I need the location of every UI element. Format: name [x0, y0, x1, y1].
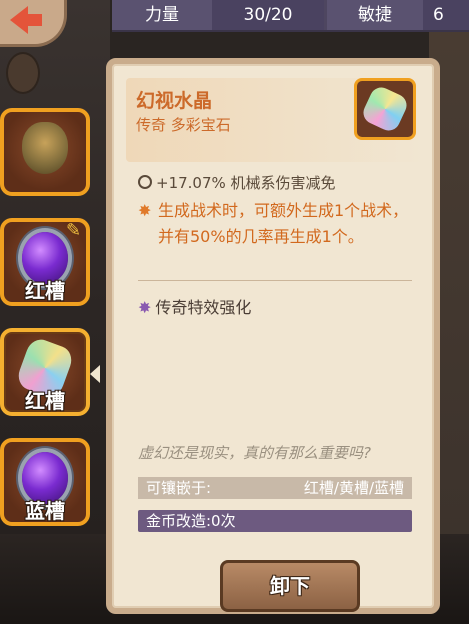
agility-label: 敏捷: [327, 0, 423, 30]
left-background: [0, 0, 110, 624]
item-effect: ✸ 生成战术时，可额外生成1个战术，并有50%的几率再生成1个。: [138, 198, 424, 250]
item-stat-text: +17.07% 机械系伤害减免: [156, 174, 336, 192]
item-name: 幻视水晶: [136, 90, 213, 112]
item-effect-text: 生成战术时，可额外生成1个战术，并有50%的几率再生成1个。: [158, 201, 409, 246]
slot-1[interactable]: [0, 108, 90, 196]
slot-blue[interactable]: 蓝槽: [0, 438, 90, 526]
item-header: 幻视水晶 传奇 多彩宝石: [126, 78, 426, 162]
divider: [138, 280, 412, 281]
item-stat: +17.07% 机械系伤害减免: [138, 172, 336, 193]
strength-value: 30/20: [212, 0, 324, 30]
reforge-info: 金币改造:0次: [138, 510, 412, 532]
legend-enhance: ✸ 传奇特效强化: [138, 294, 251, 318]
slot-label: 蓝槽: [25, 499, 65, 523]
selection-pointer: [90, 365, 100, 383]
item-rarity: 传奇 多彩宝石: [136, 116, 231, 134]
slot-label: 红槽: [25, 279, 65, 303]
crystal-gem-icon: [359, 83, 411, 135]
wrench-icon[interactable]: ✎: [66, 220, 88, 242]
strength-label: 力量: [112, 0, 212, 30]
unequip-button[interactable]: 卸下: [220, 560, 360, 612]
agility-value: 6: [423, 0, 469, 30]
reforge-text: 金币改造:0次: [146, 512, 236, 530]
slot-red-1[interactable]: ✎ 红槽: [0, 218, 90, 306]
shield-icon: [22, 122, 68, 174]
legend-text: 传奇特效强化: [155, 298, 252, 317]
item-detail-panel: 幻视水晶 传奇 多彩宝石 +17.07% 机械系伤害减免 ✸ 生成战术时，可额外…: [106, 58, 440, 614]
hook-decoration: [6, 52, 40, 94]
socket-value: 红槽/黄槽/蓝槽: [303, 479, 404, 497]
item-icon-frame: [354, 78, 416, 140]
socket-info: 可镶嵌于: 红槽/黄槽/蓝槽: [138, 477, 412, 499]
back-arrow-tail: [26, 14, 42, 26]
stat-bar: 力量 30/20 敏捷 6: [112, 0, 469, 32]
flavor-text: 虚幻还是现实，真的有那么重要吗?: [138, 444, 371, 462]
slot-label: 红槽: [25, 389, 65, 413]
socket-label: 可镶嵌于:: [146, 479, 212, 497]
stat-icon: [138, 175, 152, 189]
slot-red-2[interactable]: 红槽: [0, 328, 90, 416]
purple-star-icon: ✸: [138, 298, 152, 317]
star-icon: ✸: [138, 201, 152, 220]
